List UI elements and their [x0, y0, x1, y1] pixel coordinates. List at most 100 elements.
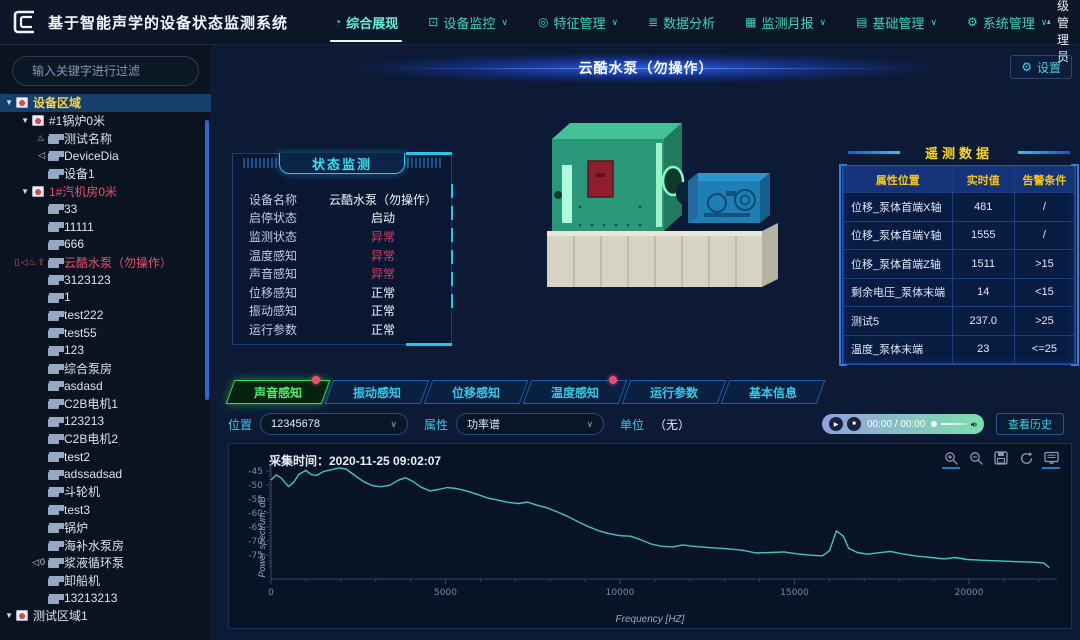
- tree-item[interactable]: ▼1#汽机房0米: [0, 182, 211, 200]
- telemetry-panel: 遥测数据 属性位置实时值告警条件 位移_泵体首端X轴481/位移_泵体首端Y轴1…: [842, 143, 1076, 365]
- tree-item-label: 33: [64, 202, 77, 216]
- tree-search-input[interactable]: [32, 64, 187, 78]
- tree-item[interactable]: 设备1: [0, 165, 211, 183]
- telemetry-col-header: 实时值: [952, 167, 1014, 193]
- volume-handle[interactable]: [931, 421, 937, 427]
- tree-item-label: 综合泵房: [64, 360, 112, 377]
- tree-item[interactable]: ▯◁♨⇧云酷水泵（勿操作）: [0, 253, 211, 271]
- nav-item-监测月报[interactable]: ▦监测月报∨: [745, 0, 826, 44]
- tree-item[interactable]: adssadsad: [0, 465, 211, 483]
- tree-expand-icon[interactable]: ▼: [5, 98, 16, 107]
- layers-icon: ▤: [856, 15, 867, 29]
- tree-item[interactable]: 123: [0, 342, 211, 360]
- speaker-icon[interactable]: [971, 419, 977, 430]
- tree-item[interactable]: ▼ 测试区域1: [0, 607, 211, 625]
- tree-item[interactable]: ▼设备区域: [0, 94, 211, 112]
- tree-item-label: 云酷水泵（勿操作）: [64, 254, 172, 271]
- tab-运行参数[interactable]: 运行参数: [626, 380, 722, 404]
- tree-item[interactable]: C2B电机2: [0, 430, 211, 448]
- spectrum-chart[interactable]: 05000100001500020000-45-50-55-60-65-70-7…: [229, 444, 1073, 630]
- telemetry-value: 1555: [952, 221, 1014, 250]
- tree-item[interactable]: 33: [0, 200, 211, 218]
- tree-item[interactable]: ▼#1锅炉0米: [0, 112, 211, 130]
- nav-item-数据分析[interactable]: ≣数据分析: [648, 0, 715, 44]
- tab-基本信息[interactable]: 基本信息: [725, 380, 821, 404]
- device-icon: [48, 489, 59, 497]
- tree-item[interactable]: 1: [0, 289, 211, 307]
- nav-item-综合展现[interactable]: ◔综合展现: [334, 0, 398, 44]
- status-row-label: 监测状态: [249, 228, 327, 245]
- tree-item[interactable]: 123213: [0, 412, 211, 430]
- telemetry-name: 测试5: [844, 307, 953, 336]
- tree-item[interactable]: ♨测试名称: [0, 129, 211, 147]
- tree-item[interactable]: 斗轮机: [0, 483, 211, 501]
- tree-item[interactable]: 11111: [0, 218, 211, 236]
- device-icon: [48, 313, 59, 321]
- tab-声音感知[interactable]: 声音感知: [230, 380, 326, 404]
- tree-item[interactable]: ◁0浆液循环泵: [0, 554, 211, 572]
- user-menu[interactable]: 超级管理员 ∨: [1047, 0, 1080, 65]
- tree-gutter: ◁0: [0, 557, 48, 568]
- tab-label: 位移感知: [428, 380, 524, 404]
- tree-item-label: 测试区域1: [33, 607, 88, 624]
- nav-item-基础管理[interactable]: ▤基础管理∨: [856, 0, 937, 44]
- device-icon: [48, 383, 59, 391]
- telemetry-table: 属性位置实时值告警条件 位移_泵体首端X轴481/位移_泵体首端Y轴1555/位…: [843, 166, 1075, 364]
- user-name: 超级管理员: [1057, 0, 1076, 65]
- play-button[interactable]: ▶: [829, 417, 843, 431]
- tree-item[interactable]: 13213213: [0, 589, 211, 607]
- tree-item[interactable]: C2B电机1: [0, 395, 211, 413]
- telemetry-condition: <=25: [1014, 335, 1074, 364]
- chevron-down-icon: ∨: [390, 419, 397, 430]
- tree-item[interactable]: 卸船机: [0, 572, 211, 590]
- tree-item[interactable]: test55: [0, 324, 211, 342]
- tree-item-label: 123: [64, 343, 84, 357]
- tab-位移感知[interactable]: 位移感知: [428, 380, 524, 404]
- stop-button[interactable]: ■: [847, 417, 861, 431]
- view-history-button[interactable]: 查看历史: [996, 413, 1064, 435]
- tree-item[interactable]: 3123123: [0, 271, 211, 289]
- nav-item-设备监控[interactable]: ⊡设备监控∨: [428, 0, 508, 44]
- audio-player: ▶ ■ 00:00 / 00:00: [822, 414, 984, 434]
- tree-item[interactable]: asdasd: [0, 377, 211, 395]
- telemetry-col-header: 属性位置: [844, 167, 953, 193]
- device-3d-model[interactable]: [512, 103, 832, 313]
- user-icon: [1047, 16, 1051, 28]
- spectrum-chart-panel: 采集时间：2020-11-25 09:02:07: [228, 443, 1072, 629]
- tree-item[interactable]: test2: [0, 448, 211, 466]
- nav-item-特征管理[interactable]: ◎特征管理∨: [538, 0, 618, 44]
- tree-item[interactable]: 综合泵房: [0, 359, 211, 377]
- tree-item-label: 设备1: [64, 165, 95, 182]
- telemetry-condition: <15: [1014, 278, 1074, 307]
- svg-text:10000: 10000: [606, 588, 635, 598]
- attribute-select[interactable]: 功率谱 ∨: [456, 413, 604, 435]
- tree-item[interactable]: 666: [0, 236, 211, 254]
- gears-icon: ⚙: [967, 15, 978, 29]
- tree-expand-icon[interactable]: ▼: [21, 187, 32, 196]
- tree-item-label: asdasd: [64, 379, 103, 393]
- tree-expand-icon[interactable]: ▼: [5, 611, 16, 620]
- position-select[interactable]: 12345678 ∨: [260, 413, 408, 435]
- tree-expand-icon[interactable]: ▼: [21, 116, 32, 125]
- tree-item-label: 123213: [64, 414, 104, 428]
- telemetry-row: 测试5237.0>25: [844, 307, 1075, 336]
- device-tree: ▼设备区域▼#1锅炉0米♨测试名称◁DeviceDia设备1▼1#汽机房0米 33…: [0, 94, 211, 625]
- device-icon: [48, 171, 59, 179]
- volume-track[interactable]: [941, 423, 967, 425]
- tree-item-label: 13213213: [64, 591, 117, 605]
- telemetry-row: 剩余电压_泵体末端14<15: [844, 278, 1075, 307]
- device-title-banner: 云酷水泵（勿操作）: [356, 53, 936, 83]
- telemetry-value: 1511: [952, 250, 1014, 279]
- nav-item-系统管理[interactable]: ⚙系统管理∨: [967, 0, 1047, 44]
- tree-item[interactable]: test222: [0, 306, 211, 324]
- tab-振动感知[interactable]: 振动感知: [329, 380, 425, 404]
- device-icon: [48, 136, 59, 144]
- sidebar-scrollbar[interactable]: [205, 120, 209, 400]
- tab-温度感知[interactable]: 温度感知: [527, 380, 623, 404]
- tree-item[interactable]: 海补水泵房: [0, 536, 211, 554]
- tree-item[interactable]: ◁DeviceDia: [0, 147, 211, 165]
- svg-text:20000: 20000: [955, 588, 984, 598]
- tree-item[interactable]: test3: [0, 501, 211, 519]
- tree-item[interactable]: 锅炉: [0, 519, 211, 537]
- telemetry-title: 遥测数据: [842, 143, 1076, 163]
